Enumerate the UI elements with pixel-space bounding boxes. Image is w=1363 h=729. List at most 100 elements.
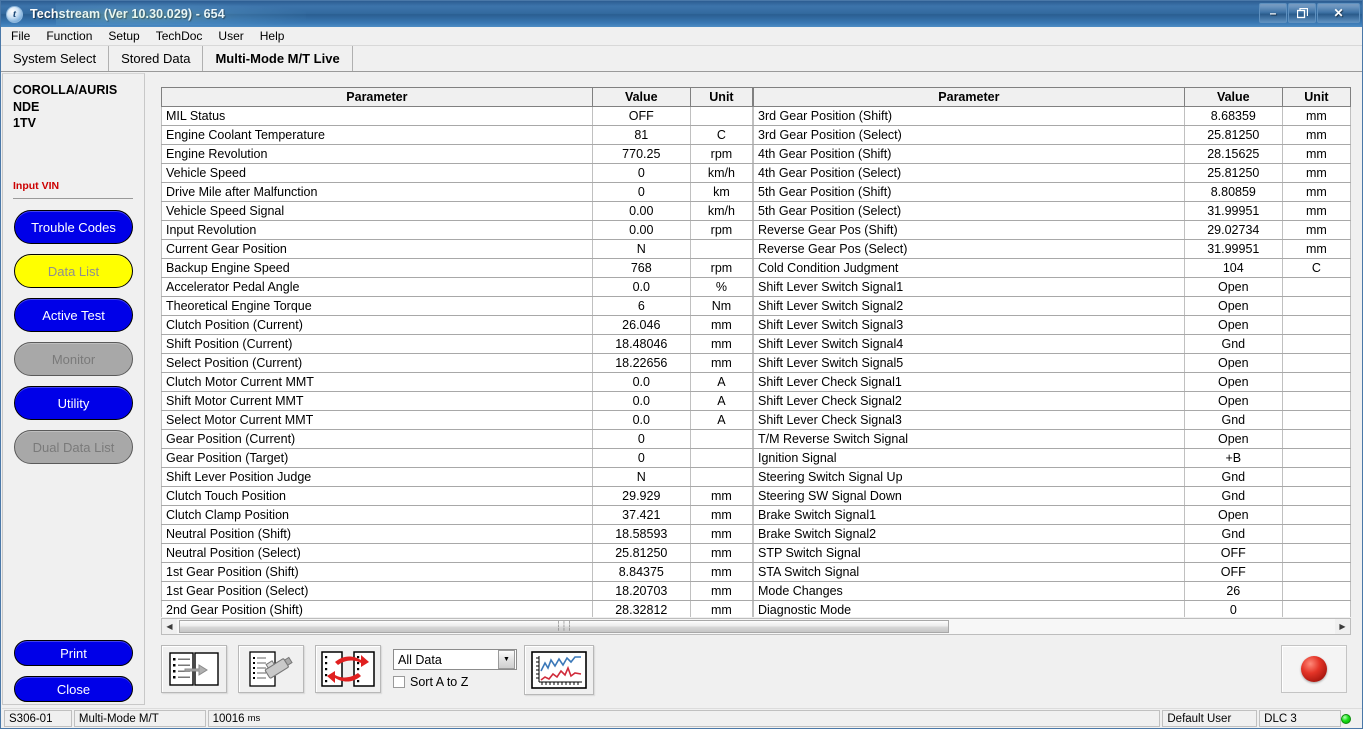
table-row[interactable]: Shift Lever Switch Signal1Open bbox=[754, 278, 1351, 297]
column-header-parameter-left[interactable]: Parameter bbox=[162, 88, 593, 107]
table-row[interactable]: Gear Position (Target)0 bbox=[162, 449, 753, 468]
sort-a-to-z-row[interactable]: Sort A to Z bbox=[393, 675, 468, 689]
column-header-value-right[interactable]: Value bbox=[1184, 88, 1282, 107]
table-row[interactable]: 5th Gear Position (Shift)8.80859mm bbox=[754, 183, 1351, 202]
table-row[interactable]: Theoretical Engine Torque6Nm bbox=[162, 297, 753, 316]
table-row[interactable]: Ignition Signal+B bbox=[754, 449, 1351, 468]
table-row[interactable]: Steering SW Signal DownGnd bbox=[754, 487, 1351, 506]
cell-parameter: Diagnostic Mode bbox=[754, 601, 1185, 618]
table-row[interactable]: Vehicle Speed Signal0.00km/h bbox=[162, 202, 753, 221]
refresh-data-button[interactable] bbox=[315, 645, 381, 693]
table-row[interactable]: 4th Gear Position (Shift)28.15625mm bbox=[754, 145, 1351, 164]
table-row[interactable]: Brake Switch Signal1Open bbox=[754, 506, 1351, 525]
horizontal-scrollbar[interactable]: ◀ ┆┆┆ ▶ bbox=[161, 618, 1351, 635]
table-row[interactable]: Select Position (Current)18.22656mm bbox=[162, 354, 753, 373]
table-row[interactable]: Brake Switch Signal2Gnd bbox=[754, 525, 1351, 544]
column-header-parameter-right[interactable]: Parameter bbox=[754, 88, 1185, 107]
table-row[interactable]: Reverse Gear Pos (Shift)29.02734mm bbox=[754, 221, 1351, 240]
tab-stored-data[interactable]: Stored Data bbox=[109, 46, 203, 71]
restore-icon[interactable] bbox=[1288, 3, 1316, 23]
column-header-value-left[interactable]: Value bbox=[592, 88, 690, 107]
chevron-down-icon[interactable]: ▼ bbox=[498, 650, 515, 669]
table-row[interactable]: Gear Position (Current)0 bbox=[162, 430, 753, 449]
menu-item-help[interactable]: Help bbox=[252, 28, 293, 45]
table-row[interactable]: Current Gear PositionN bbox=[162, 240, 753, 259]
record-button[interactable] bbox=[1281, 645, 1347, 693]
sidebar-item-data-list[interactable]: Data List bbox=[14, 254, 133, 288]
table-row[interactable]: Mode Changes26 bbox=[754, 582, 1351, 601]
table-row[interactable]: 4th Gear Position (Select)25.81250mm bbox=[754, 164, 1351, 183]
table-row[interactable]: Neutral Position (Shift)18.58593mm bbox=[162, 525, 753, 544]
menu-item-file[interactable]: File bbox=[3, 28, 38, 45]
column-header-unit-left[interactable]: Unit bbox=[690, 88, 752, 107]
sidebar-item-trouble-codes[interactable]: Trouble Codes bbox=[14, 210, 133, 244]
menu-item-function[interactable]: Function bbox=[38, 28, 100, 45]
table-row[interactable]: T/M Reverse Switch SignalOpen bbox=[754, 430, 1351, 449]
cell-parameter: Backup Engine Speed bbox=[162, 259, 593, 278]
snapshot-button[interactable] bbox=[238, 645, 304, 693]
print-button[interactable]: Print bbox=[14, 640, 133, 666]
cell-value: +B bbox=[1184, 449, 1282, 468]
graph-view-button[interactable] bbox=[524, 645, 594, 695]
table-row[interactable]: Cold Condition Judgment104C bbox=[754, 259, 1351, 278]
scrollbar-track[interactable]: ┆┆┆ bbox=[177, 619, 1335, 634]
table-row[interactable]: Shift Lever Check Signal2Open bbox=[754, 392, 1351, 411]
data-filter-select[interactable]: All Data ▼ bbox=[393, 649, 517, 670]
table-row[interactable]: 3rd Gear Position (Shift)8.68359mm bbox=[754, 107, 1351, 126]
sort-a-to-z-checkbox[interactable] bbox=[393, 676, 405, 688]
table-row[interactable]: 5th Gear Position (Select)31.99951mm bbox=[754, 202, 1351, 221]
close-button[interactable]: Close bbox=[14, 676, 133, 702]
tab-system-select[interactable]: System Select bbox=[1, 46, 109, 71]
table-row[interactable]: 3rd Gear Position (Select)25.81250mm bbox=[754, 126, 1351, 145]
table-row[interactable]: Select Motor Current MMT0.0A bbox=[162, 411, 753, 430]
menu-item-setup[interactable]: Setup bbox=[100, 28, 147, 45]
table-row[interactable]: Clutch Position (Current)26.046mm bbox=[162, 316, 753, 335]
table-row[interactable]: Shift Lever Check Signal3Gnd bbox=[754, 411, 1351, 430]
table-row[interactable]: Input Revolution0.00rpm bbox=[162, 221, 753, 240]
menu-item-user[interactable]: User bbox=[210, 28, 251, 45]
table-row[interactable]: Reverse Gear Pos (Select)31.99951mm bbox=[754, 240, 1351, 259]
input-vin-label[interactable]: Input VIN bbox=[13, 180, 59, 192]
table-row[interactable]: Shift Lever Position JudgeN bbox=[162, 468, 753, 487]
table-row[interactable]: Clutch Motor Current MMT0.0A bbox=[162, 373, 753, 392]
table-row[interactable]: Vehicle Speed0km/h bbox=[162, 164, 753, 183]
close-icon[interactable]: ✕ bbox=[1317, 3, 1360, 23]
table-row[interactable]: 2nd Gear Position (Shift)28.32812mm bbox=[162, 601, 753, 618]
sidebar-item-active-test[interactable]: Active Test bbox=[14, 298, 133, 332]
table-row[interactable]: 1st Gear Position (Shift)8.84375mm bbox=[162, 563, 753, 582]
table-row[interactable]: Diagnostic Mode0 bbox=[754, 601, 1351, 618]
cell-value: 0 bbox=[592, 430, 690, 449]
scroll-left-arrow-icon[interactable]: ◀ bbox=[162, 619, 177, 634]
table-row[interactable]: Engine Revolution770.25rpm bbox=[162, 145, 753, 164]
table-row[interactable]: Shift Lever Check Signal1Open bbox=[754, 373, 1351, 392]
menu-item-techdoc[interactable]: TechDoc bbox=[148, 28, 211, 45]
column-header-unit-right[interactable]: Unit bbox=[1282, 88, 1350, 107]
table-row[interactable]: Shift Lever Switch Signal2Open bbox=[754, 297, 1351, 316]
table-row[interactable]: Backup Engine Speed768rpm bbox=[162, 259, 753, 278]
table-row[interactable]: Shift Lever Switch Signal5Open bbox=[754, 354, 1351, 373]
table-row[interactable]: Clutch Clamp Position37.421mm bbox=[162, 506, 753, 525]
table-row[interactable]: Engine Coolant Temperature81C bbox=[162, 126, 753, 145]
table-row[interactable]: Drive Mile after Malfunction0km bbox=[162, 183, 753, 202]
table-row[interactable]: Steering Switch Signal UpGnd bbox=[754, 468, 1351, 487]
cell-parameter: Shift Lever Switch Signal1 bbox=[754, 278, 1185, 297]
table-row[interactable]: Shift Lever Switch Signal3Open bbox=[754, 316, 1351, 335]
table-row[interactable]: Accelerator Pedal Angle0.0% bbox=[162, 278, 753, 297]
table-row[interactable]: MIL StatusOFF bbox=[162, 107, 753, 126]
minimize-icon[interactable]: – bbox=[1259, 3, 1287, 23]
table-row[interactable]: Shift Motor Current MMT0.0A bbox=[162, 392, 753, 411]
table-row[interactable]: Shift Lever Switch Signal4Gnd bbox=[754, 335, 1351, 354]
sidebar-item-utility[interactable]: Utility bbox=[14, 386, 133, 420]
tab-multi-mode-mt-live[interactable]: Multi-Mode M/T Live bbox=[203, 46, 352, 71]
table-row[interactable]: Clutch Touch Position29.929mm bbox=[162, 487, 753, 506]
table-row[interactable]: Neutral Position (Select)25.81250mm bbox=[162, 544, 753, 563]
cell-parameter: Engine Revolution bbox=[162, 145, 593, 164]
table-row[interactable]: STA Switch SignalOFF bbox=[754, 563, 1351, 582]
table-row[interactable]: STP Switch SignalOFF bbox=[754, 544, 1351, 563]
table-row[interactable]: Shift Position (Current)18.48046mm bbox=[162, 335, 753, 354]
table-row[interactable]: 1st Gear Position (Select)18.20703mm bbox=[162, 582, 753, 601]
cell-unit: mm bbox=[1282, 202, 1350, 221]
save-data-list-button[interactable] bbox=[161, 645, 227, 693]
scroll-right-arrow-icon[interactable]: ▶ bbox=[1335, 619, 1350, 634]
scrollbar-thumb[interactable]: ┆┆┆ bbox=[179, 620, 949, 633]
